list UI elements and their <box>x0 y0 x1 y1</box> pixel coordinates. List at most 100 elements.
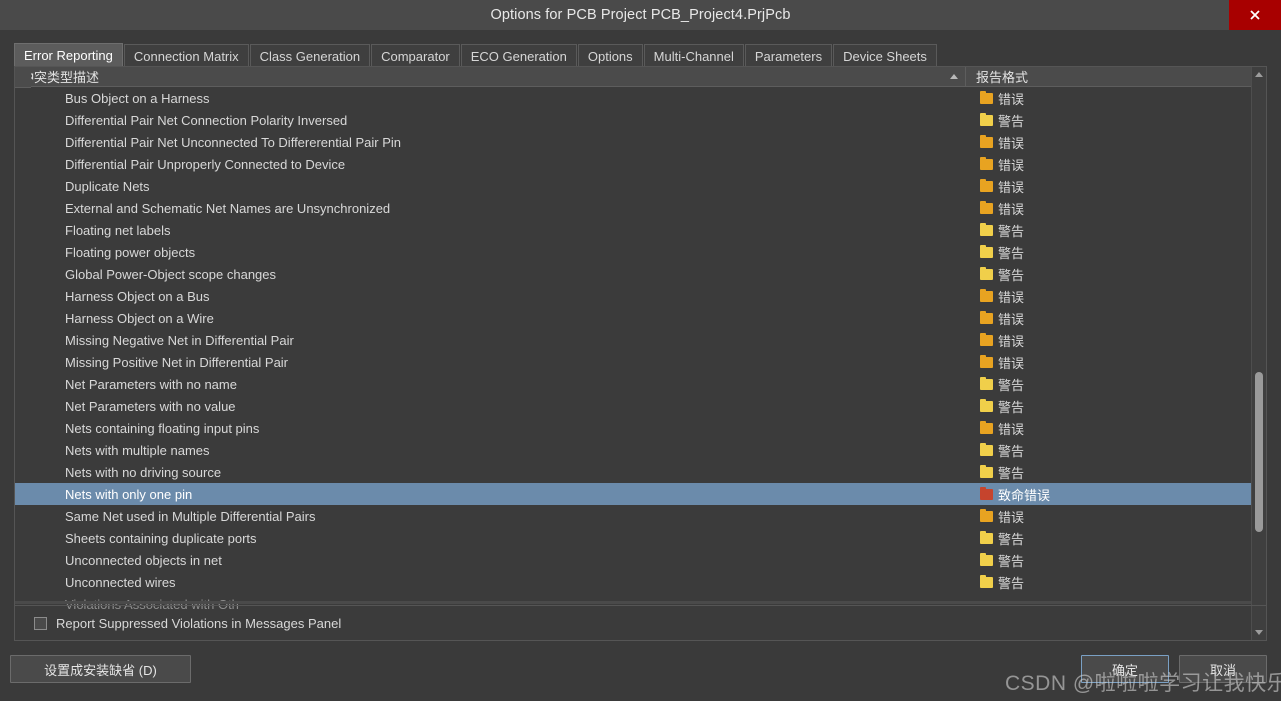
set-as-install-defaults-button[interactable]: 设置成安装缺省 (D) <box>10 655 191 683</box>
tab-connection-matrix[interactable]: Connection Matrix <box>123 44 249 67</box>
report-format-cell[interactable]: 错误 <box>966 331 1251 350</box>
folder-icon <box>980 508 993 522</box>
report-format-cell[interactable]: 警告 <box>966 375 1251 394</box>
tab-multi-channel[interactable]: Multi-Channel <box>643 44 744 67</box>
table-row[interactable]: Floating power objects 警告 <box>15 241 1251 263</box>
folder-icon <box>980 156 993 170</box>
report-format-cell[interactable]: 警告 <box>966 573 1251 592</box>
table-row[interactable]: Floating net labels 警告 <box>15 219 1251 241</box>
column-header-report-format-label: 报告格式 <box>976 70 1029 85</box>
table-row[interactable]: Nets with no driving source 警告 <box>15 461 1251 483</box>
report-format-label: 警告 <box>998 377 1025 393</box>
folder-icon <box>980 134 993 148</box>
report-format-cell[interactable]: 错误 <box>966 155 1251 174</box>
folder-icon <box>980 112 993 126</box>
report-format-cell[interactable]: 警告 <box>966 463 1251 482</box>
report-suppressed-label[interactable]: Report Suppressed Violations in Messages… <box>56 616 341 631</box>
report-format-cell[interactable]: 警告 <box>966 529 1251 548</box>
report-suppressed-row: Report Suppressed Violations in Messages… <box>15 605 1266 640</box>
tab-eco-generation[interactable]: ECO Generation <box>460 44 577 67</box>
table-row[interactable]: Duplicate Nets 错误 <box>15 175 1251 197</box>
table-row[interactable]: Differential Pair Unproperly Connected t… <box>15 153 1251 175</box>
table-row[interactable]: Sheets containing duplicate ports 警告 <box>15 527 1251 549</box>
report-format-cell[interactable]: 警告 <box>966 551 1251 570</box>
folder-icon <box>980 178 993 192</box>
tab-device-sheets[interactable]: Device Sheets <box>833 44 937 67</box>
report-format-cell[interactable]: 错误 <box>966 89 1251 108</box>
scroll-up-button[interactable] <box>1252 67 1266 82</box>
cancel-button-label: 取消 <box>1209 662 1236 678</box>
table-row[interactable]: Global Power-Object scope changes 警告 <box>15 263 1251 285</box>
cancel-button[interactable]: 取消 <box>1179 655 1267 683</box>
vertical-scrollbar[interactable] <box>1251 67 1266 640</box>
table-row[interactable]: Net Parameters with no name 警告 <box>15 373 1251 395</box>
table-row[interactable]: Harness Object on a Wire 错误 <box>15 307 1251 329</box>
tab-error-reporting[interactable]: Error Reporting <box>14 43 123 67</box>
report-format-cell[interactable]: 警告 <box>966 397 1251 416</box>
folder-icon <box>980 310 993 324</box>
table-row[interactable]: Unconnected wires 警告 <box>15 571 1251 593</box>
report-format-cell[interactable]: 错误 <box>966 133 1251 152</box>
folder-icon <box>980 90 993 104</box>
report-format-label: 警告 <box>998 223 1025 239</box>
ok-button[interactable]: 确定 <box>1081 655 1169 683</box>
tab-label: Connection Matrix <box>133 48 239 64</box>
table-row[interactable]: Nets with multiple names 警告 <box>15 439 1251 461</box>
tab-parameters[interactable]: Parameters <box>744 44 833 67</box>
table-row[interactable]: Differential Pair Net Connection Polarit… <box>15 109 1251 131</box>
report-suppressed-checkbox[interactable] <box>34 616 47 630</box>
table-row[interactable]: Nets with only one pin 致命错误 <box>15 483 1251 505</box>
report-format-cell[interactable]: 警告 <box>966 111 1251 130</box>
folder-icon <box>980 464 993 478</box>
violations-list[interactable]: Bus Object on a Harness 错误 Differential Pa… <box>15 87 1251 620</box>
tab-label: Device Sheets <box>843 48 927 64</box>
report-format-cell[interactable]: 错误 <box>966 309 1251 328</box>
folder-icon <box>980 442 993 456</box>
report-format-cell[interactable]: 错误 <box>966 177 1251 196</box>
report-format-cell[interactable]: 错误 <box>966 353 1251 372</box>
report-format-cell[interactable]: 警告 <box>966 243 1251 262</box>
violation-description: Same Net used in Multiple Differential P… <box>65 508 316 524</box>
horizontal-scrollbar[interactable] <box>15 601 1251 604</box>
table-row[interactable]: Differential Pair Net Unconnected To Dif… <box>15 131 1251 153</box>
report-format-cell[interactable]: 警告 <box>966 221 1251 240</box>
report-format-cell[interactable]: 错误 <box>966 287 1251 306</box>
close-icon <box>1250 10 1260 20</box>
tab-comparator[interactable]: Comparator <box>371 44 460 67</box>
column-header-conflict-type[interactable]: 冲突类型描述 <box>15 67 966 87</box>
scrollbar-thumb[interactable] <box>1255 372 1263 532</box>
table-row[interactable]: Missing Negative Net in Differential Pai… <box>15 329 1251 351</box>
tab-options[interactable]: Options <box>577 44 643 67</box>
report-format-label: 错误 <box>998 157 1025 173</box>
column-header-report-format[interactable]: 报告格式 <box>966 67 1252 87</box>
folder-icon <box>980 398 993 412</box>
report-format-label: 错误 <box>998 311 1025 327</box>
tab-strip: Error Reporting Connection Matrix Class Ge… <box>14 43 938 67</box>
violation-description: Duplicate Nets <box>65 178 150 194</box>
folder-icon <box>980 486 993 500</box>
close-window-button[interactable] <box>1229 0 1281 30</box>
report-format-label: 错误 <box>998 509 1025 525</box>
table-row[interactable]: Unconnected objects in net 警告 <box>15 549 1251 571</box>
table-row[interactable]: External and Schematic Net Names are Uns… <box>15 197 1251 219</box>
tab-class-generation[interactable]: Class Generation <box>249 44 371 67</box>
table-row[interactable]: Missing Positive Net in Differential Pai… <box>15 351 1251 373</box>
report-format-label: 错误 <box>998 201 1025 217</box>
report-format-label: 警告 <box>998 575 1025 591</box>
report-format-cell[interactable]: 致命错误 <box>966 485 1251 504</box>
report-format-cell[interactable]: 警告 <box>966 441 1251 460</box>
table-row[interactable]: Same Net used in Multiple Differential P… <box>15 505 1251 527</box>
table-row[interactable]: Net Parameters with no value 警告 <box>15 395 1251 417</box>
report-format-cell[interactable]: 错误 <box>966 199 1251 218</box>
violation-description: Nets with multiple names <box>65 442 210 458</box>
table-row[interactable]: Nets containing floating input pins 错误 <box>15 417 1251 439</box>
violation-description: Differential Pair Net Connection Polarit… <box>65 112 348 128</box>
sort-ascending-icon <box>950 74 958 79</box>
table-row[interactable]: Bus Object on a Harness 错误 <box>15 87 1251 109</box>
report-format-cell[interactable]: 错误 <box>966 419 1251 438</box>
folder-icon <box>980 354 993 368</box>
report-format-cell[interactable]: 警告 <box>966 265 1251 284</box>
report-format-cell[interactable]: 错误 <box>966 507 1251 526</box>
violation-description: Differential Pair Net Unconnected To Dif… <box>65 134 402 150</box>
table-row[interactable]: Harness Object on a Bus 错误 <box>15 285 1251 307</box>
